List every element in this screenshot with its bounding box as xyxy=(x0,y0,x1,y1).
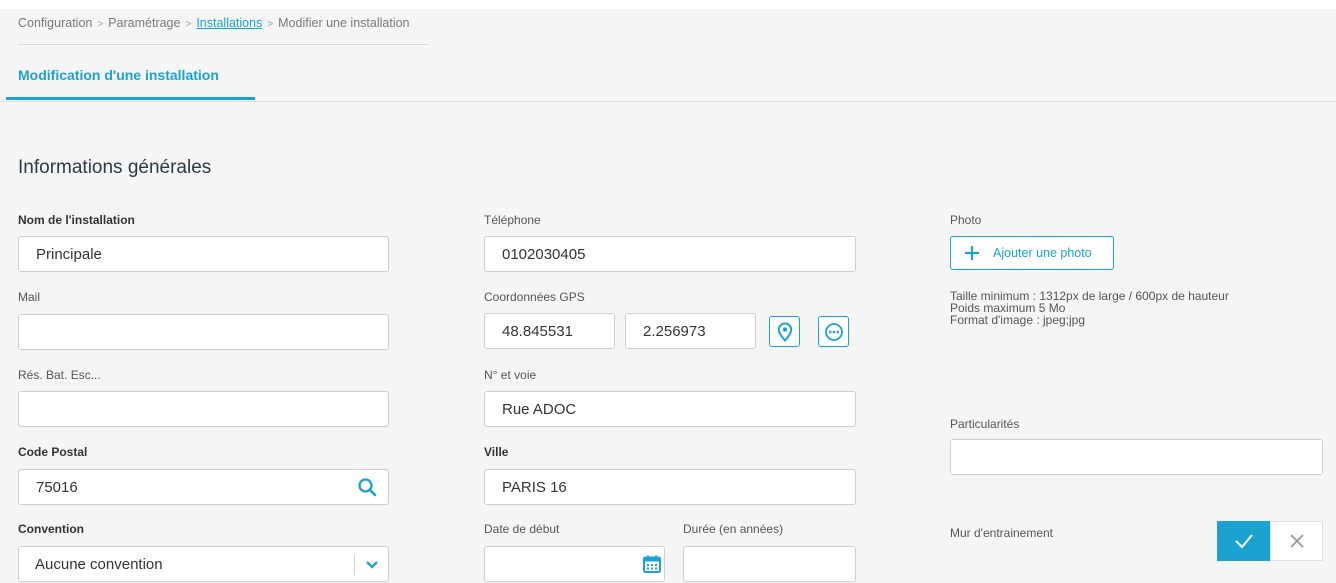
close-icon xyxy=(1289,534,1304,548)
breadcrumb-installations-link[interactable]: Installations xyxy=(196,16,262,30)
breadcrumb-separator: > xyxy=(267,19,274,30)
gps-label: Coordonnées GPS xyxy=(484,290,585,304)
code-postal-label: Code Postal xyxy=(18,445,88,459)
more-icon xyxy=(824,322,843,341)
breadcrumb: Configuration > Paramétrage > Installations >… xyxy=(18,16,410,30)
breadcrumb-divider xyxy=(18,44,428,45)
select-separator xyxy=(354,555,355,575)
photo-info: Taille minimum : 1312px de large / 600px… xyxy=(950,290,1229,326)
mur-no-button[interactable] xyxy=(1270,521,1323,561)
map-pin-button[interactable] xyxy=(769,316,800,347)
particularites-input[interactable] xyxy=(950,439,1323,475)
more-button[interactable] xyxy=(818,316,849,347)
convention-value: Aucune convention xyxy=(35,556,163,573)
breadcrumb-separator: > xyxy=(97,19,104,30)
add-photo-button[interactable]: Ajouter une photo xyxy=(950,236,1114,270)
nom-label: Nom de l'installation xyxy=(18,213,135,227)
tab-modification[interactable]: Modification d'une installation xyxy=(18,67,219,83)
photo-info-format: Format d'image : jpeg;jpg xyxy=(950,313,1086,327)
plus-icon xyxy=(965,246,979,260)
breadcrumb-parametrage[interactable]: Paramétrage xyxy=(108,16,180,30)
section-title: Informations générales xyxy=(18,157,212,178)
res-label: Rés. Bat. Esc... xyxy=(18,368,101,382)
duree-label: Durée (en années) xyxy=(683,522,784,536)
mail-input[interactable] xyxy=(18,314,389,350)
calendar-icon[interactable] xyxy=(640,553,664,575)
photo-label: Photo xyxy=(950,213,982,227)
gps-lat-input[interactable] xyxy=(484,313,615,349)
voie-label: N° et voie xyxy=(484,368,537,382)
tab-active-indicator xyxy=(6,97,255,100)
mur-label: Mur d'entrainement xyxy=(950,526,1054,540)
res-input[interactable] xyxy=(18,391,389,427)
mur-yes-button[interactable] xyxy=(1217,521,1270,561)
ville-label: Ville xyxy=(484,445,509,459)
date-debut-label: Date de début xyxy=(484,522,560,536)
search-icon[interactable] xyxy=(354,476,380,498)
telephone-label: Téléphone xyxy=(484,213,541,227)
breadcrumb-separator: > xyxy=(185,19,192,30)
top-strip xyxy=(0,0,1336,9)
check-icon xyxy=(1234,534,1253,549)
telephone-input[interactable] xyxy=(484,236,856,272)
tab-bar-divider xyxy=(0,101,1336,102)
gps-lng-input[interactable] xyxy=(625,313,756,349)
voie-input[interactable] xyxy=(484,391,856,427)
chevron-down-icon[interactable] xyxy=(362,556,382,574)
nom-input[interactable] xyxy=(18,236,389,272)
convention-label: Convention xyxy=(18,522,84,536)
add-photo-label: Ajouter une photo xyxy=(993,246,1092,260)
mail-label: Mail xyxy=(18,290,41,304)
breadcrumb-configuration[interactable]: Configuration xyxy=(18,16,92,30)
ville-input[interactable] xyxy=(484,469,856,505)
map-pin-icon xyxy=(777,321,792,342)
date-debut-input[interactable] xyxy=(484,546,665,582)
particularites-label: Particularités xyxy=(950,417,1020,431)
breadcrumb-current: Modifier une installation xyxy=(278,16,410,30)
code-postal-input[interactable] xyxy=(18,469,389,505)
duree-input[interactable] xyxy=(683,546,856,582)
